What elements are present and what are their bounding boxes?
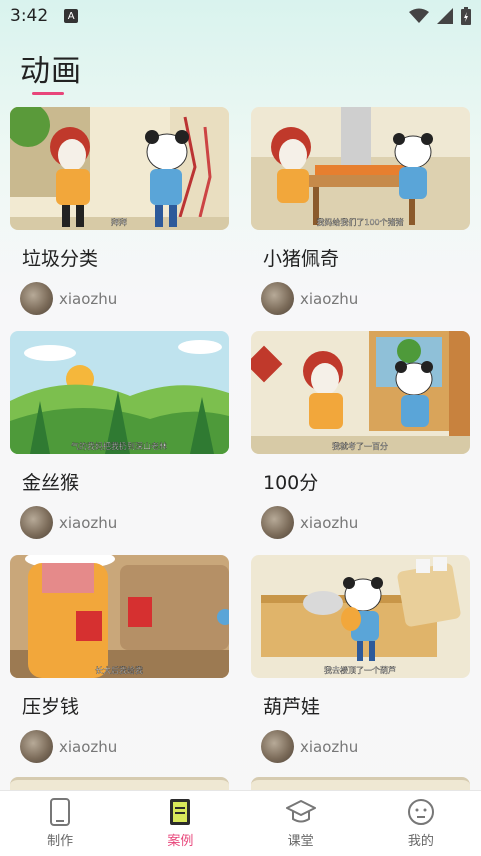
status-icons — [409, 7, 471, 25]
subtitle-text: 我妈给我们了100个猪猪 — [316, 217, 403, 227]
author-name: xiaozhu — [300, 289, 359, 308]
page-title: 动画 — [20, 54, 82, 89]
avatar — [20, 730, 53, 763]
card-author[interactable]: xiaozhu — [261, 282, 470, 315]
avatar — [261, 730, 294, 763]
card-thumbnail[interactable]: 我去楼顶了一个葫芦 — [251, 555, 470, 678]
card-thumbnail-partial[interactable] — [10, 777, 229, 791]
card-author[interactable]: xiaozhu — [261, 730, 470, 763]
tab-label: 我的 — [407, 834, 434, 849]
bottom-tab-bar: 制作 案例 课堂 我的 — [0, 790, 481, 856]
status-time: 3:42 — [10, 6, 49, 26]
author-name: xiaozhu — [59, 289, 118, 308]
subtitle-text: 长大后我给我 — [95, 665, 143, 675]
card-title[interactable]: 100分 — [263, 468, 470, 494]
status-bar: 3:42 A — [0, 0, 481, 32]
phone-icon — [50, 798, 71, 826]
subtitle-text: 我去楼顶了一个葫芦 — [324, 665, 396, 675]
author-name: xiaozhu — [59, 737, 118, 756]
tab-cases[interactable]: 案例 — [120, 798, 240, 849]
author-name: xiaozhu — [300, 513, 359, 532]
animation-card[interactable]: 我妈给我们了100个猪猪 小猪佩奇 xiaozhu — [251, 107, 470, 331]
tab-label: 课堂 — [287, 834, 314, 849]
tab-label: 制作 — [47, 834, 74, 849]
subtitle-text: 我就考了一百分 — [332, 441, 388, 451]
subtitle-text: 气的我妈把我扔到深山老林 — [71, 441, 167, 451]
avatar — [261, 282, 294, 315]
notification-badge-icon: A — [64, 9, 79, 23]
avatar — [20, 506, 53, 539]
animation-card[interactable]: 我去楼顶了一个葫芦 葫芦娃 xiaozhu — [251, 555, 470, 779]
subtitle-text: 拜拜 — [111, 217, 127, 227]
card-author[interactable]: xiaozhu — [20, 730, 229, 763]
card-author[interactable]: xiaozhu — [20, 282, 229, 315]
title-underline — [32, 92, 64, 95]
card-thumbnail[interactable]: 我妈给我们了100个猪猪 — [251, 107, 470, 230]
animation-card[interactable]: 长大后我给我 压岁钱 xiaozhu — [10, 555, 229, 779]
card-title[interactable]: 葫芦娃 — [263, 692, 470, 718]
tab-make[interactable]: 制作 — [0, 798, 120, 849]
animation-card[interactable]: 气的我妈把我扔到深山老林 金丝猴 xiaozhu — [10, 331, 229, 555]
animation-card[interactable]: 我就考了一百分 100分 xiaozhu — [251, 331, 470, 555]
signal-icon — [437, 8, 453, 24]
animation-card[interactable]: 拜拜 垃圾分类 xiaozhu — [10, 107, 229, 331]
card-author[interactable]: xiaozhu — [20, 506, 229, 539]
battery-icon — [461, 7, 471, 25]
tab-classroom[interactable]: 课堂 — [241, 798, 361, 849]
card-title[interactable]: 垃圾分类 — [22, 244, 229, 270]
card-author[interactable]: xiaozhu — [261, 506, 470, 539]
avatar — [261, 506, 294, 539]
author-name: xiaozhu — [59, 513, 118, 532]
face-icon — [407, 799, 434, 825]
card-thumbnail[interactable]: 长大后我给我 — [10, 555, 229, 678]
card-title[interactable]: 压岁钱 — [22, 692, 229, 718]
tab-mine[interactable]: 我的 — [361, 798, 481, 849]
card-thumbnail[interactable]: 气的我妈把我扔到深山老林 — [10, 331, 229, 454]
document-icon — [170, 799, 191, 825]
card-thumbnail-partial[interactable] — [251, 777, 470, 791]
card-thumbnail[interactable]: 我就考了一百分 — [251, 331, 470, 454]
avatar — [20, 282, 53, 315]
author-name: xiaozhu — [300, 737, 359, 756]
animation-grid: 拜拜 垃圾分类 xiaozhu 我妈给我们了100个猪猪 小猪佩奇 xiaozh… — [10, 107, 471, 779]
tab-label: 案例 — [167, 834, 194, 849]
card-thumbnail[interactable]: 拜拜 — [10, 107, 229, 230]
partial-card-row — [10, 777, 471, 791]
graduation-cap-icon — [285, 800, 316, 823]
card-title[interactable]: 小猪佩奇 — [263, 244, 470, 270]
wifi-icon — [409, 8, 429, 23]
card-title[interactable]: 金丝猴 — [22, 468, 229, 494]
